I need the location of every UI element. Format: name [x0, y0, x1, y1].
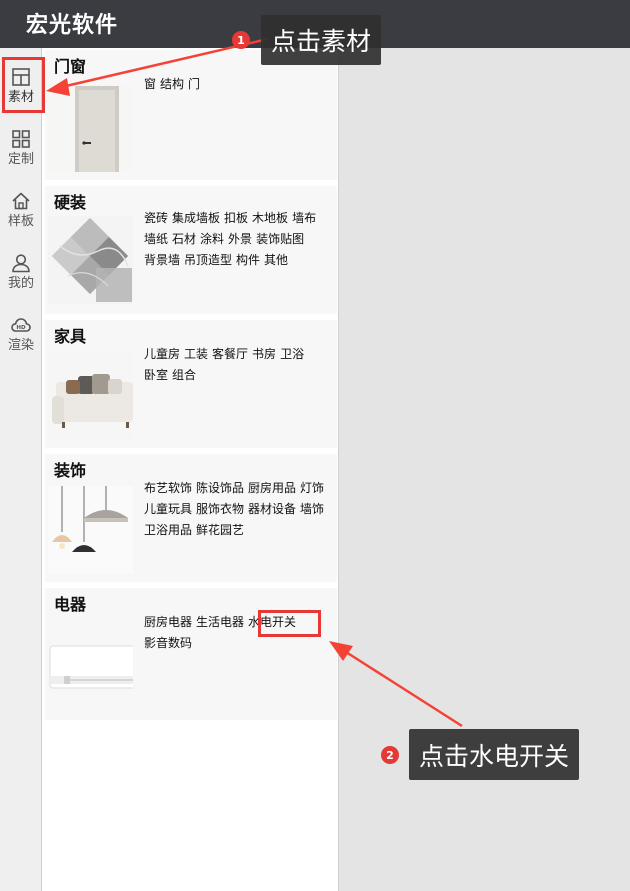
link-kitchen-appliances[interactable]: 厨房电器	[144, 615, 192, 629]
step-badge: 1	[232, 31, 250, 49]
link-clothing[interactable]: 服饰衣物	[196, 502, 244, 516]
sidebar-item-label: 渲染	[7, 338, 34, 353]
step-badge: 2	[381, 746, 399, 764]
link-plumbing-switches[interactable]: 水电开关	[248, 615, 296, 629]
link-soft-furnishing[interactable]: 布艺软饰	[144, 481, 192, 495]
sidebar-item-material[interactable]: 素材	[0, 58, 42, 116]
sidebar-item-label: 素材	[7, 90, 34, 105]
sidebar-item-label: 样板	[7, 214, 34, 229]
link-exterior[interactable]: 外景	[228, 232, 252, 246]
cloud-render-icon: HD	[11, 318, 31, 332]
link-structure[interactable]: 结构	[160, 77, 184, 91]
link-wall-cloth[interactable]: 墙布	[292, 211, 316, 225]
link-tile[interactable]: 瓷砖	[144, 211, 168, 225]
category-links: 窗结构门	[144, 74, 334, 95]
category-links: 儿童房 工装 客餐厅 书房 卫浴卧室 组合	[144, 344, 334, 386]
link-ornaments[interactable]: 陈设饰品	[196, 481, 244, 495]
link-window[interactable]: 窗	[144, 77, 156, 91]
link-wall-decor[interactable]: 墙饰	[300, 502, 324, 516]
sidebar-item-mine[interactable]: 我的	[0, 244, 42, 302]
category-hard-decoration: 硬装 瓷砖 集成墙板 扣板 木地板 墙布墙纸 石材 涂料 外景 装饰贴图背景墙 吊顶造型 构件 其他	[45, 186, 337, 314]
sidebar-item-template[interactable]: 样板	[0, 182, 42, 240]
link-bedroom[interactable]: 卧室	[144, 368, 168, 382]
sidebar-item-label: 定制	[7, 152, 34, 167]
link-bathroom[interactable]: 卫浴	[280, 347, 304, 361]
link-door[interactable]: 门	[188, 77, 200, 91]
category-thumbnail[interactable]	[48, 84, 133, 172]
home-icon	[12, 192, 30, 210]
sidebar-item-custom[interactable]: 定制	[0, 120, 42, 178]
sidebar-item-render[interactable]: HD 渲染	[0, 306, 42, 364]
callout-step2: 点击水电开关	[409, 729, 580, 780]
link-ceiling-panel[interactable]: 扣板	[224, 211, 248, 225]
category-appliances: 电器 厨房电器 生活电器 水电开关影音数码	[45, 588, 337, 720]
category-thumbnail[interactable]	[48, 352, 133, 440]
category-title[interactable]: 家具	[54, 323, 86, 347]
link-wood-floor[interactable]: 木地板	[252, 211, 288, 225]
category-doors-windows: 门窗 窗结构门	[45, 50, 337, 180]
link-toys[interactable]: 儿童玩具	[144, 502, 192, 516]
link-combo[interactable]: 组合	[172, 368, 196, 382]
category-thumbnail[interactable]	[48, 624, 133, 712]
link-living-dining[interactable]: 客餐厅	[212, 347, 248, 361]
category-links: 瓷砖 集成墙板 扣板 木地板 墙布墙纸 石材 涂料 外景 装饰贴图背景墙 吊顶造型 构件 其他	[144, 208, 334, 271]
user-icon	[12, 254, 30, 273]
link-wallpaper[interactable]: 墙纸	[144, 232, 168, 246]
category-title[interactable]: 电器	[54, 591, 86, 615]
link-ceiling-design[interactable]: 吊顶造型	[184, 253, 232, 267]
link-kitchenware[interactable]: 厨房用品	[248, 481, 296, 495]
app-title: 宏光软件	[26, 13, 119, 38]
callout-step1: 点击素材	[261, 15, 382, 65]
category-furniture: 家具 儿童房 工装 客餐厅 书房 卫浴卧室 组合	[45, 320, 337, 448]
link-decal[interactable]: 装饰贴图	[256, 232, 304, 246]
link-integrated-wallboard[interactable]: 集成墙板	[172, 211, 220, 225]
layout-icon	[12, 68, 30, 86]
sidebar-item-label: 我的	[7, 276, 34, 291]
material-panel: 门窗 窗结构门 硬装 瓷砖 集成墙板 扣板 木地板 墙布墙纸 石材 涂料 外景 …	[42, 48, 339, 891]
link-component[interactable]: 构件	[236, 253, 260, 267]
link-bath-supplies[interactable]: 卫浴用品	[144, 523, 192, 537]
link-flowers[interactable]: 鲜花园艺	[196, 523, 244, 537]
link-equipment[interactable]: 器材设备	[248, 502, 296, 516]
link-stone[interactable]: 石材	[172, 232, 196, 246]
link-commercial[interactable]: 工装	[184, 347, 208, 361]
category-title[interactable]: 装饰	[54, 457, 86, 481]
link-lighting[interactable]: 灯饰	[300, 481, 324, 495]
link-other[interactable]: 其他	[264, 253, 288, 267]
link-kids-room[interactable]: 儿童房	[144, 347, 180, 361]
category-decoration: 装饰 布艺软饰 陈设饰品 厨房用品 灯饰儿童玩具 服饰衣物 器材设备 墙饰卫浴用品 鲜花园艺	[45, 454, 337, 582]
svg-text:HD: HD	[16, 325, 26, 331]
category-links: 布艺软饰 陈设饰品 厨房用品 灯饰儿童玩具 服饰衣物 器材设备 墙饰卫浴用品 鲜花园艺	[144, 478, 334, 541]
category-title[interactable]: 门窗	[54, 53, 86, 77]
category-links: 厨房电器 生活电器 水电开关影音数码	[144, 612, 334, 654]
category-thumbnail[interactable]	[48, 486, 133, 574]
link-paint[interactable]: 涂料	[200, 232, 224, 246]
sidebar: 素材 定制 样板 我的 HD 渲染	[0, 48, 42, 891]
link-feature-wall[interactable]: 背景墙	[144, 253, 180, 267]
category-title[interactable]: 硬装	[54, 189, 86, 213]
grid-icon	[12, 130, 30, 148]
link-study[interactable]: 书房	[252, 347, 276, 361]
link-home-appliances[interactable]: 生活电器	[196, 615, 244, 629]
link-av-digital[interactable]: 影音数码	[144, 636, 192, 650]
category-thumbnail[interactable]	[48, 216, 133, 304]
